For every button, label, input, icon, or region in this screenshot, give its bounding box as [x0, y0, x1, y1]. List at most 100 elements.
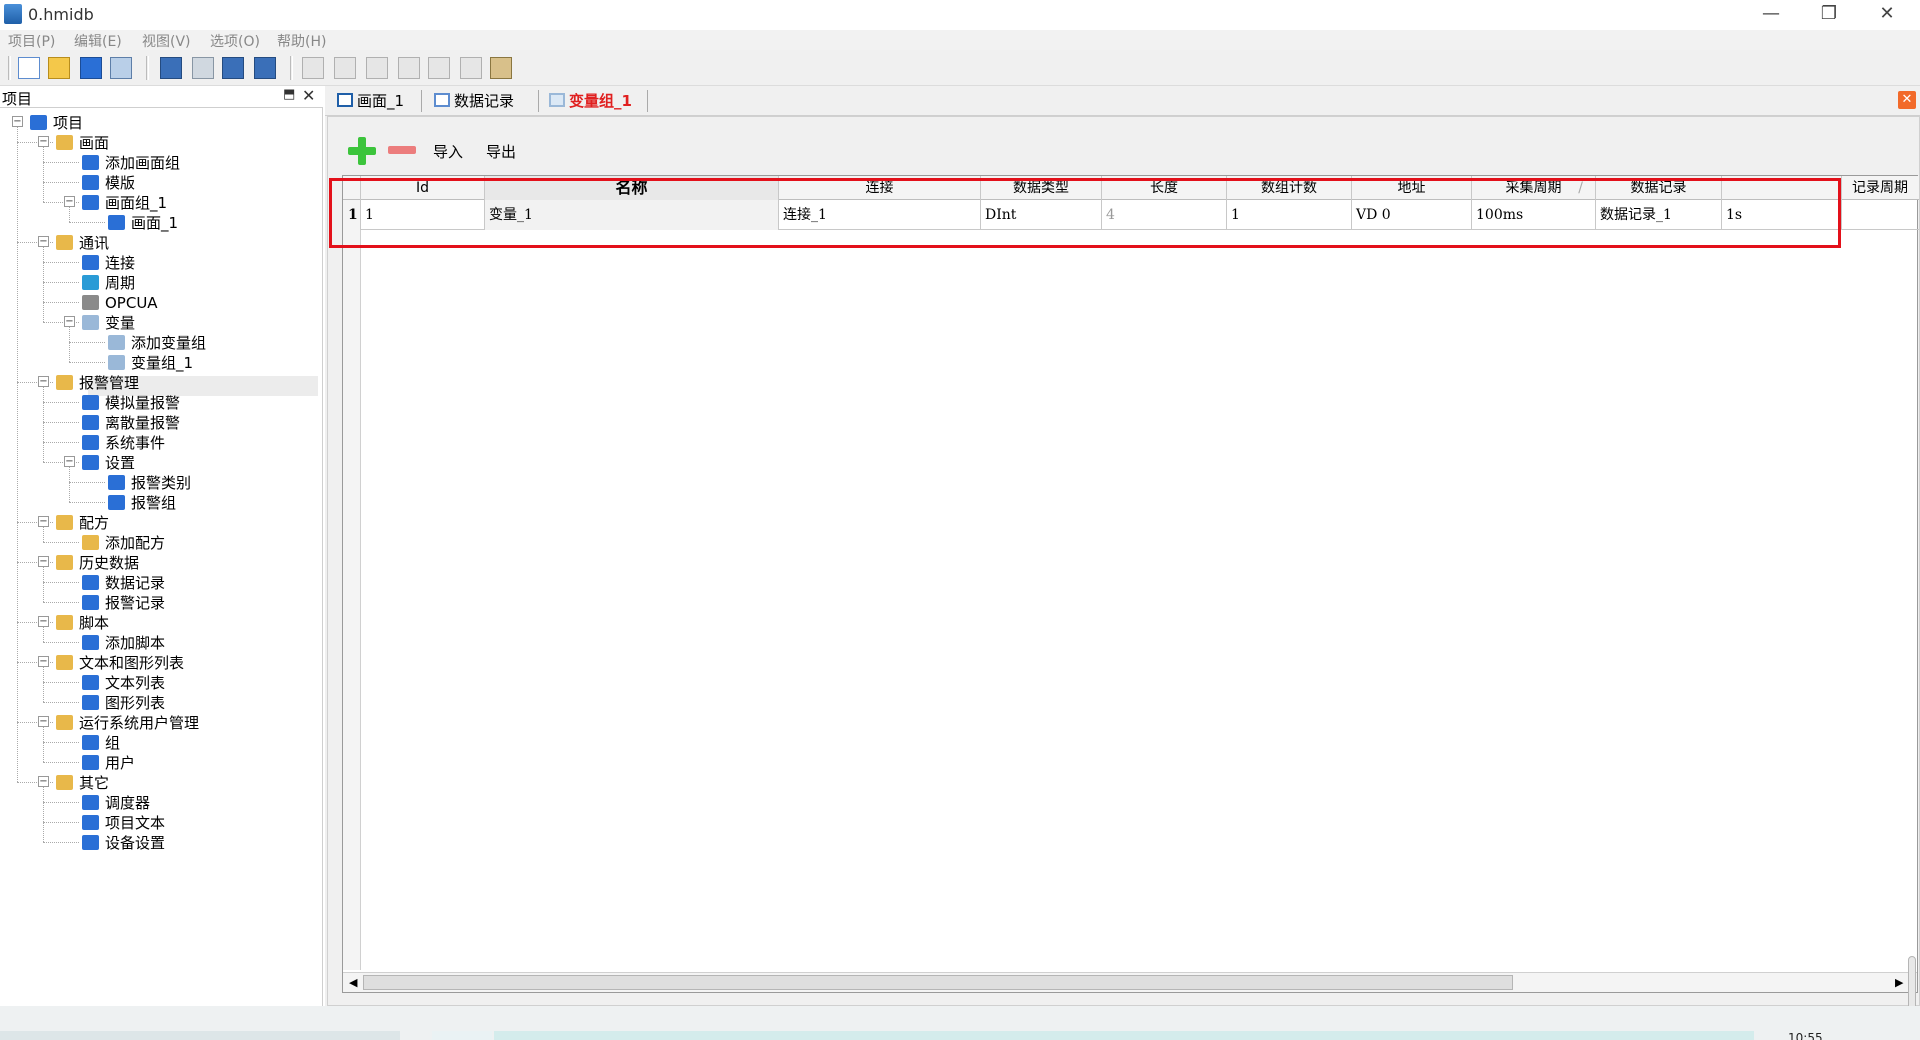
- import-button[interactable]: 导入: [433, 141, 463, 162]
- tree-expander-icon[interactable]: −: [38, 776, 49, 787]
- tree-item-add-recipe[interactable]: 添加配方: [82, 532, 165, 552]
- tree-expander-icon[interactable]: −: [64, 456, 75, 467]
- tree-item-data-log[interactable]: 数据记录: [82, 572, 165, 592]
- opcua-icon: [82, 295, 99, 310]
- tree-item-graphic-list[interactable]: 图形列表: [82, 692, 165, 712]
- tree-item-recipe-folder[interactable]: 配方: [56, 512, 109, 532]
- copy-icon[interactable]: [398, 57, 420, 79]
- tree-item-other-folder[interactable]: 其它: [56, 772, 109, 792]
- tree-item-screen-group[interactable]: 画面组_1: [82, 192, 167, 212]
- tree-expander-icon[interactable]: −: [38, 616, 49, 627]
- tree-connector: [43, 442, 79, 443]
- menu-view[interactable]: 视图(V): [142, 31, 191, 51]
- tree-item-label: 模版: [105, 173, 136, 192]
- tree-item-screen[interactable]: 画面_1: [108, 212, 178, 232]
- find-icon[interactable]: [490, 57, 512, 79]
- menu-help[interactable]: 帮助(H): [277, 31, 326, 51]
- tree-item-add-script[interactable]: 添加脚本: [82, 632, 165, 652]
- tree-item-user-admin-folder[interactable]: 运行系统用户管理: [56, 712, 199, 732]
- alarm-log-icon: [82, 595, 99, 610]
- upload-icon[interactable]: [222, 57, 244, 79]
- tree-connector: [43, 402, 79, 403]
- tree-expander-icon[interactable]: −: [38, 236, 49, 247]
- transfer-icon[interactable]: [254, 57, 276, 79]
- open-folder-icon[interactable]: [48, 57, 70, 79]
- close-editor-icon[interactable]: ✕: [1898, 91, 1916, 109]
- tree-item-history-folder[interactable]: 历史数据: [56, 552, 139, 572]
- tree-item-variable[interactable]: 变量: [82, 312, 135, 332]
- paste-icon[interactable]: [428, 57, 450, 79]
- tree-connector: [43, 667, 44, 702]
- scroll-right-icon[interactable]: ▶: [1895, 976, 1903, 989]
- tree-expander-icon[interactable]: −: [64, 196, 75, 207]
- tree-item-project-text[interactable]: 项目文本: [82, 812, 165, 832]
- tree-item-screen-folder[interactable]: 画面: [56, 132, 109, 152]
- tree-item-alarm-log[interactable]: 报警记录: [82, 592, 165, 612]
- tree-expander-icon[interactable]: −: [38, 376, 49, 387]
- tab-screen-1[interactable]: 画面_1: [329, 88, 421, 114]
- tab-data-log[interactable]: 数据记录: [426, 88, 536, 114]
- tree-item-connection[interactable]: 连接: [82, 252, 135, 272]
- tree-item-script-folder[interactable]: 脚本: [56, 612, 109, 632]
- tree-item-label: 图形列表: [105, 693, 166, 712]
- scrollbar-thumb[interactable]: [363, 975, 1513, 990]
- tree-expander-icon[interactable]: −: [12, 116, 23, 127]
- tree-expander-icon[interactable]: −: [38, 556, 49, 567]
- menu-edit[interactable]: 编辑(E): [74, 31, 122, 51]
- add-icon[interactable]: [348, 137, 376, 165]
- tree-item-list-folder[interactable]: 文本和图形列表: [56, 652, 184, 672]
- column-header-logging-cycle[interactable]: 记录周期: [1842, 176, 1918, 200]
- save-icon[interactable]: [80, 57, 102, 79]
- delete-icon[interactable]: [460, 57, 482, 79]
- tree-item-alarm-group[interactable]: 报警组: [108, 492, 176, 512]
- tree-item-group[interactable]: 组: [82, 732, 120, 752]
- screen-settings-icon[interactable]: [160, 57, 182, 79]
- tree-expander-icon[interactable]: −: [64, 316, 75, 327]
- cut-icon[interactable]: [366, 57, 388, 79]
- tree-item-variable-group[interactable]: 变量组_1: [108, 352, 193, 372]
- tree-connector: [69, 207, 70, 222]
- taskbar-band: [0, 1031, 400, 1040]
- tree-item-text-list[interactable]: 文本列表: [82, 672, 165, 692]
- new-file-icon[interactable]: [18, 57, 40, 79]
- cell-extra[interactable]: [1842, 200, 1918, 230]
- horizontal-scrollbar[interactable]: ◀ ▶: [343, 972, 1917, 992]
- tree-item-system-event[interactable]: 系统事件: [82, 432, 165, 452]
- tree-item-cycle[interactable]: 周期: [82, 272, 135, 292]
- download-icon[interactable]: [192, 57, 214, 79]
- restore-button[interactable]: ❐: [1800, 0, 1858, 30]
- pin-icon[interactable]: ⬒: [283, 87, 295, 102]
- project-icon: [30, 115, 47, 130]
- tree-expander-icon[interactable]: −: [38, 656, 49, 667]
- tree-item-communication-folder[interactable]: 通讯: [56, 232, 109, 252]
- variable-grid: Id 名称 连接 数据类型 长度 数组计数 地址 采集周期 / 数据记录 记录周…: [329, 175, 1919, 993]
- menu-options[interactable]: 选项(O): [210, 31, 260, 51]
- tree-expander-icon[interactable]: −: [38, 716, 49, 727]
- redo-icon[interactable]: [334, 57, 356, 79]
- tree-item-add-variable-group[interactable]: 添加变量组: [108, 332, 206, 352]
- close-icon[interactable]: ✕: [302, 86, 315, 105]
- scroll-left-icon[interactable]: ◀: [349, 976, 357, 989]
- tree-expander-icon[interactable]: −: [38, 136, 49, 147]
- tree-item-scheduler[interactable]: 调度器: [82, 792, 150, 812]
- close-window-button[interactable]: ✕: [1858, 0, 1916, 30]
- tree-item-device-settings[interactable]: 设备设置: [82, 832, 165, 852]
- tree-expander-icon[interactable]: −: [38, 516, 49, 527]
- print-icon[interactable]: [110, 57, 132, 79]
- tree-item-analog-alarm[interactable]: 模拟量报警: [82, 392, 180, 412]
- menu-project[interactable]: 项目(P): [8, 31, 55, 51]
- tree-item-alarm-folder[interactable]: 报警管理: [56, 372, 139, 392]
- tree-item-discrete-alarm[interactable]: 离散量报警: [82, 412, 180, 432]
- tree-item-opcua[interactable]: OPCUA: [82, 292, 158, 312]
- tab-variable-group-1[interactable]: 变量组_1: [541, 88, 653, 114]
- remove-icon[interactable]: [388, 146, 416, 154]
- undo-icon[interactable]: [302, 57, 324, 79]
- tree-item-user[interactable]: 用户: [82, 752, 135, 772]
- tree-item-settings[interactable]: 设置: [82, 452, 135, 472]
- minimize-button[interactable]: —: [1742, 0, 1800, 30]
- tree-item-template[interactable]: 模版: [82, 172, 135, 192]
- tree-item-project[interactable]: 项目: [30, 112, 83, 132]
- export-button[interactable]: 导出: [486, 141, 516, 162]
- tree-item-alarm-class[interactable]: 报警类别: [108, 472, 191, 492]
- tree-item-add-screen-group[interactable]: 添加画面组: [82, 152, 180, 172]
